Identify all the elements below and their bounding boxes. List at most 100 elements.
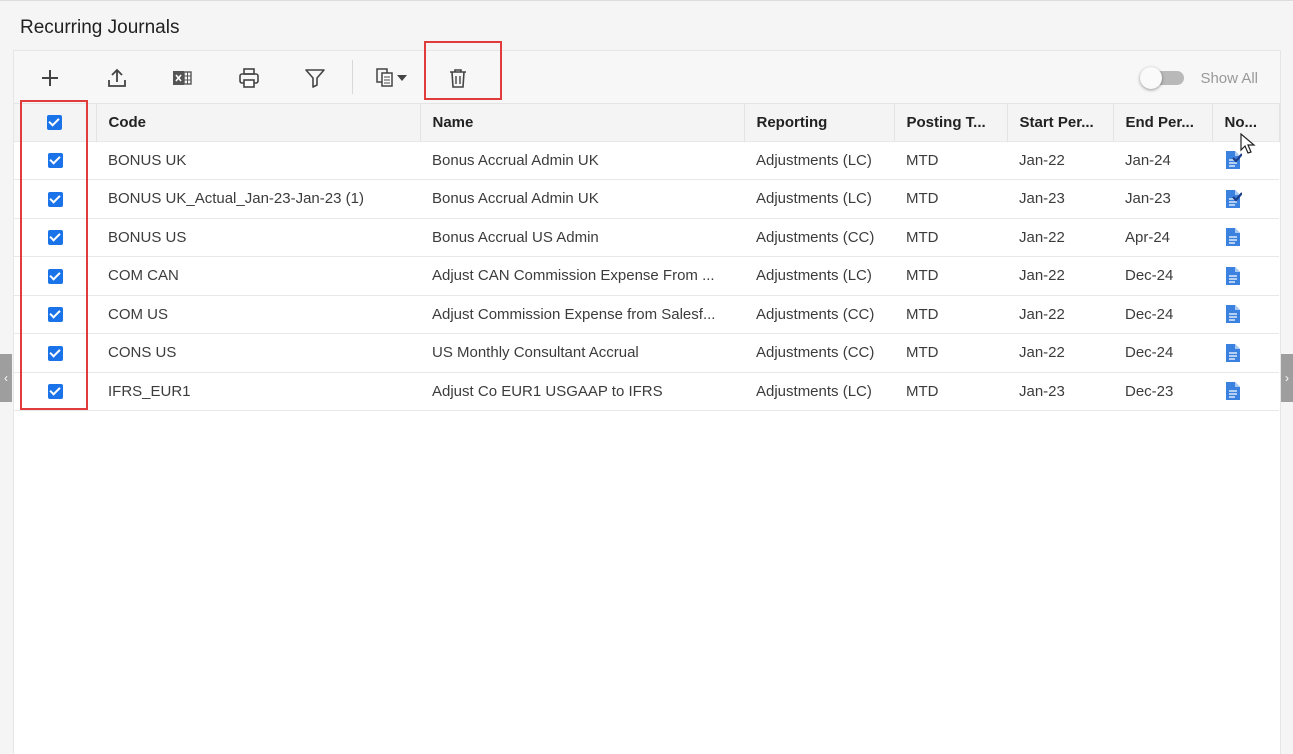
cell-end-period: Apr-24 [1113,218,1212,257]
cell-reporting: Adjustments (LC) [744,179,894,219]
row-select-cell [14,372,96,411]
cell-name: Bonus Accrual US Admin [420,218,744,257]
cell-name: Adjust Co EUR1 USGAAP to IFRS [420,372,744,411]
note-checked-icon[interactable] [1224,189,1243,208]
table-row[interactable]: IFRS_EUR1 Adjust Co EUR1 USGAAP to IFRS Ad… [14,372,1279,411]
cell-reporting: Adjustments (CC) [744,218,894,257]
cell-notes [1212,295,1279,334]
print-icon [239,68,259,88]
journals-panel: Show All Code Name Reporting Posting T..… [13,50,1281,754]
cell-code: CONS US [96,333,420,373]
cell-notes [1212,372,1279,411]
column-header-reporting[interactable]: Reporting [744,104,895,142]
delete-button[interactable] [440,61,476,95]
cell-reporting: Adjustments (LC) [744,256,894,296]
note-icon[interactable] [1224,228,1242,247]
note-icon[interactable] [1224,343,1242,362]
copy-dropdown-icon [376,68,393,87]
cell-name: Adjust CAN Commission Expense From ... [420,256,744,296]
cell-code: COM US [96,295,420,334]
left-panel-toggle[interactable]: ‹ [0,354,12,402]
chevron-down-icon [397,75,407,81]
cell-end-period: Dec-24 [1113,295,1212,334]
cell-start-period: Jan-23 [1007,179,1113,219]
cell-reporting: Adjustments (LC) [744,141,894,180]
select-all-checkbox[interactable] [47,115,63,131]
cell-code: BONUS UK [96,141,420,180]
journals-table: Code Name Reporting Posting T... Start P… [14,104,1280,411]
show-all-label: Show All [1200,69,1258,87]
cell-start-period: Jan-22 [1007,256,1113,296]
cell-name: Bonus Accrual Admin UK [420,179,744,219]
note-icon[interactable] [1224,305,1242,324]
cell-reporting: Adjustments (LC) [744,372,894,411]
row-checkbox[interactable] [47,268,63,284]
show-all-toggle[interactable] [1140,67,1185,89]
cell-notes [1212,179,1279,219]
toolbar-separator [352,60,353,94]
cell-end-period: Jan-24 [1113,141,1212,180]
filter-button[interactable] [297,61,333,95]
cell-posting-type: MTD [894,333,1007,373]
row-select-cell [14,179,96,219]
cell-reporting: Adjustments (CC) [744,295,894,334]
mouse-cursor-icon [1240,133,1256,154]
page-title: Recurring Journals [20,17,180,38]
cell-end-period: Dec-24 [1113,333,1212,373]
note-icon[interactable] [1224,382,1242,401]
row-checkbox[interactable] [47,191,63,207]
cell-start-period: Jan-22 [1007,295,1113,334]
row-checkbox[interactable] [47,307,63,323]
cell-posting-type: MTD [894,256,1007,296]
row-select-cell [14,333,96,373]
note-icon[interactable] [1224,266,1242,285]
cell-posting-type: MTD [894,179,1007,219]
table-row[interactable]: COM CAN Adjust CAN Commission Expense Fro… [14,256,1279,296]
cell-notes [1212,256,1279,296]
excel-icon [173,71,192,85]
export-excel-button[interactable] [164,61,200,95]
filter-icon [305,69,325,88]
column-header-end-period[interactable]: End Per... [1113,104,1213,142]
cell-start-period: Jan-22 [1007,141,1113,180]
toolbar: Show All [14,51,1280,104]
cell-posting-type: MTD [894,218,1007,257]
row-checkbox[interactable] [47,345,63,361]
cell-name: US Monthly Consultant Accrual [420,333,744,373]
table-row[interactable]: CONS US US Monthly Consultant Accrual Adju… [14,333,1279,373]
cell-notes [1212,218,1279,257]
print-button[interactable] [231,61,267,95]
cell-name: Adjust Commission Expense from Salesf... [420,295,744,334]
row-select-cell [14,141,96,180]
row-select-cell [14,218,96,257]
show-all-control: Show All [1140,67,1258,89]
cell-posting-type: MTD [894,295,1007,334]
copy-dropdown-button[interactable] [366,61,416,95]
cell-start-period: Jan-22 [1007,333,1113,373]
row-checkbox[interactable] [47,153,63,169]
cell-code: IFRS_EUR1 [96,372,420,411]
cell-end-period: Jan-23 [1113,179,1212,219]
upload-button[interactable] [99,61,135,95]
cell-notes [1212,333,1279,373]
upload-icon [108,68,126,87]
cell-name: Bonus Accrual Admin UK [420,141,744,180]
table-row[interactable]: COM US Adjust Commission Expense from Sal… [14,295,1279,334]
row-checkbox[interactable] [47,384,63,400]
column-header-name[interactable]: Name [420,104,745,142]
table-row[interactable]: BONUS UK Bonus Accrual Admin UK Adjustment… [14,141,1279,180]
add-button[interactable] [32,61,68,95]
table-row[interactable]: BONUS UK_Actual_Jan-23-Jan-23 (1) Bonus A… [14,179,1279,219]
column-header-posting-type[interactable]: Posting T... [894,104,1008,142]
cell-code: COM CAN [96,256,420,296]
add-icon [42,70,58,86]
column-header-start-period[interactable]: Start Per... [1007,104,1114,142]
cell-reporting: Adjustments (CC) [744,333,894,373]
top-divider [0,0,1293,1]
row-checkbox[interactable] [47,230,63,246]
column-header-code[interactable]: Code [96,104,421,142]
cell-start-period: Jan-22 [1007,218,1113,257]
table-row[interactable]: BONUS US Bonus Accrual US Admin Adjustment… [14,218,1279,257]
right-panel-toggle[interactable]: › [1281,354,1293,402]
cell-posting-type: MTD [894,372,1007,411]
